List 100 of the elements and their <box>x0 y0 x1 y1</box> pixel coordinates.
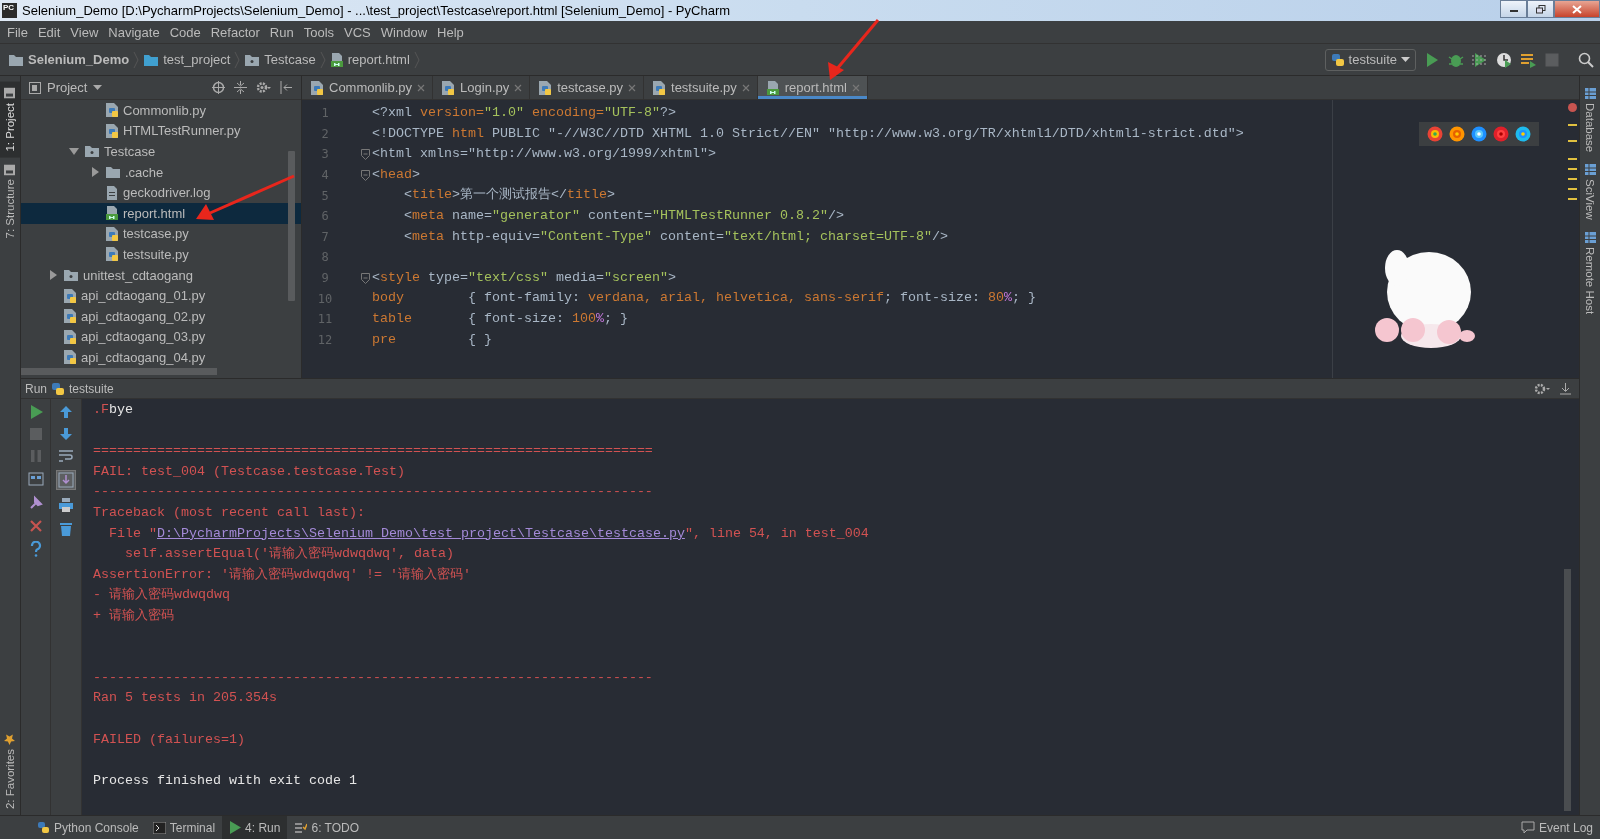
tool-window-tab[interactable]: 2: Favorites <box>0 727 20 815</box>
scrollbar[interactable] <box>288 151 295 301</box>
run-icon[interactable] <box>1424 51 1440 68</box>
gear-icon[interactable] <box>256 81 271 94</box>
menu-item[interactable]: Tools <box>298 24 340 40</box>
up-arrow-icon[interactable] <box>59 405 73 419</box>
wrap-icon[interactable] <box>58 449 74 463</box>
python-icon <box>1330 52 1345 67</box>
console-line: FAILED (failures=1) <box>93 730 245 749</box>
code-line: <!DOCTYPE html PUBLIC "-//W3C//DTD XHTML 1.0 Strict//EN" "http://www.w3.org/TR/xhtml1/DTD/xhtml1-strict.dtd"> <box>372 124 1244 143</box>
menu-item[interactable]: Edit <box>32 24 66 40</box>
close-icon[interactable] <box>417 83 426 92</box>
tool-window-tab[interactable]: Remote Host <box>1580 225 1600 321</box>
console-line: - 请输入密码wdwqdwq <box>93 586 230 605</box>
menu-item[interactable]: VCS <box>339 24 376 40</box>
fold-icon[interactable] <box>361 149 370 160</box>
editor-tab[interactable]: report.html <box>757 76 868 99</box>
tree-item[interactable]: report.html <box>21 202 301 224</box>
close-button[interactable] <box>1554 0 1600 18</box>
maximize-button[interactable] <box>1527 0 1554 18</box>
browser-icon[interactable] <box>1427 126 1443 142</box>
tree-item[interactable]: Commonlib.py <box>21 100 301 121</box>
trash-icon[interactable] <box>59 521 73 537</box>
menu-item[interactable]: Run <box>264 24 299 40</box>
browser-icon[interactable] <box>1449 126 1465 142</box>
tool-window-tab[interactable]: Terminal <box>145 816 223 839</box>
tool-window-tab[interactable]: Database <box>1580 82 1600 159</box>
tool-window-tab[interactable]: 6: TODO <box>287 816 367 839</box>
python-file-icon <box>105 225 119 242</box>
locate-icon[interactable] <box>212 81 225 94</box>
editor-tab[interactable]: testsuite.py <box>644 76 758 99</box>
tool-window-tab[interactable]: Python Console <box>30 816 146 839</box>
scrollbar[interactable] <box>21 368 217 375</box>
close-icon[interactable] <box>28 519 43 533</box>
run-config-dropdown[interactable]: testsuite <box>1324 48 1416 71</box>
close-icon[interactable] <box>851 83 860 92</box>
tree-item[interactable]: api_cdtaogang_02.py <box>21 305 301 327</box>
code-line: table { font-size: 100%; } <box>372 309 628 328</box>
maximize-icon <box>1535 4 1546 14</box>
menu-item[interactable]: Window <box>375 24 433 40</box>
fold-icon[interactable] <box>361 272 370 284</box>
tool-window-tab[interactable]: 7: Structure <box>0 157 20 245</box>
menu-item[interactable]: Navigate <box>103 24 165 40</box>
code-line: <meta http-equiv="Content-Type" content="text/html; charset=UTF-8"/> <box>403 227 948 246</box>
view-selector[interactable]: Project <box>29 80 119 95</box>
tree-item[interactable]: geckodriver.log <box>21 182 301 203</box>
tool-window-tab[interactable]: Event Log <box>1513 816 1600 839</box>
menu-item[interactable]: File <box>2 24 33 40</box>
tree-item[interactable]: api_cdtaogang_04.py <box>21 347 301 368</box>
menu-item[interactable]: Code <box>164 24 206 40</box>
menu-item[interactable]: View <box>65 24 104 40</box>
scrollbar[interactable] <box>1564 569 1571 811</box>
menu-item[interactable]: Help <box>432 24 469 40</box>
tree-item[interactable]: testcase.py <box>21 223 301 245</box>
collapsed-arrow-icon <box>89 166 101 179</box>
run-icon <box>229 821 242 834</box>
tree-item[interactable]: Testcase <box>21 141 301 162</box>
python-file-icon <box>63 308 77 325</box>
breadcrumb[interactable]: test_project <box>143 52 235 67</box>
help-icon[interactable] <box>29 541 42 557</box>
browser-icon[interactable] <box>1471 126 1487 142</box>
tree-item[interactable]: HTMLTestRunner.py <box>21 120 301 142</box>
tree-item[interactable]: .cache <box>21 161 301 183</box>
browser-icon[interactable] <box>1515 126 1531 142</box>
down-arrow-icon[interactable] <box>59 427 73 441</box>
editor-tab[interactable]: Commonlib.py <box>302 76 434 99</box>
tree-item[interactable]: unittest_cdtaogang <box>21 264 301 286</box>
coverage-icon[interactable] <box>1472 51 1488 68</box>
tool-window-tab[interactable]: 1: Project <box>0 82 20 158</box>
tool-window-tab[interactable]: SciView <box>1580 158 1600 226</box>
file-link[interactable]: D:\PycharmProjects\Selenium_Demo\test_project\Testcase\testcase.py <box>157 525 685 541</box>
tree-item[interactable]: api_cdtaogang_03.py <box>21 326 301 348</box>
breadcrumb[interactable]: report.html <box>329 51 414 68</box>
lines-icon[interactable] <box>1520 51 1536 68</box>
close-icon[interactable] <box>514 83 523 92</box>
scroll-end-icon[interactable] <box>57 471 75 489</box>
breadcrumb[interactable]: Testcase <box>244 52 320 67</box>
print-icon[interactable] <box>58 497 74 513</box>
close-icon[interactable] <box>741 83 750 92</box>
run-icon[interactable] <box>28 405 43 419</box>
tree-item[interactable]: api_cdtaogang_01.py <box>21 285 301 306</box>
layout-icon[interactable] <box>27 471 44 487</box>
run-tab[interactable]: testsuite <box>51 381 114 396</box>
editor-tab[interactable]: Login.py <box>433 76 531 99</box>
editor-tab[interactable]: testcase.py <box>530 76 644 99</box>
fold-icon[interactable] <box>361 169 370 181</box>
collapse-icon[interactable] <box>234 81 247 94</box>
clock-icon[interactable] <box>1496 51 1512 68</box>
gear-icon[interactable] <box>1534 382 1550 395</box>
folder-icon <box>8 52 24 67</box>
tool-window-tab[interactable]: 4: Run <box>222 816 288 839</box>
table-icon <box>1584 231 1596 243</box>
minimize-button[interactable] <box>1500 0 1527 18</box>
search-icon[interactable] <box>1578 51 1594 68</box>
breadcrumb[interactable]: Selenium_Demo <box>8 52 134 67</box>
menu-item[interactable]: Refactor <box>205 24 265 40</box>
code-line: <html xmlns="http://www.w3.org/1999/xhtml"> <box>372 145 716 164</box>
close-icon[interactable] <box>628 83 636 92</box>
tree-item[interactable]: testsuite.py <box>21 244 301 265</box>
caret-icon <box>1401 57 1410 62</box>
